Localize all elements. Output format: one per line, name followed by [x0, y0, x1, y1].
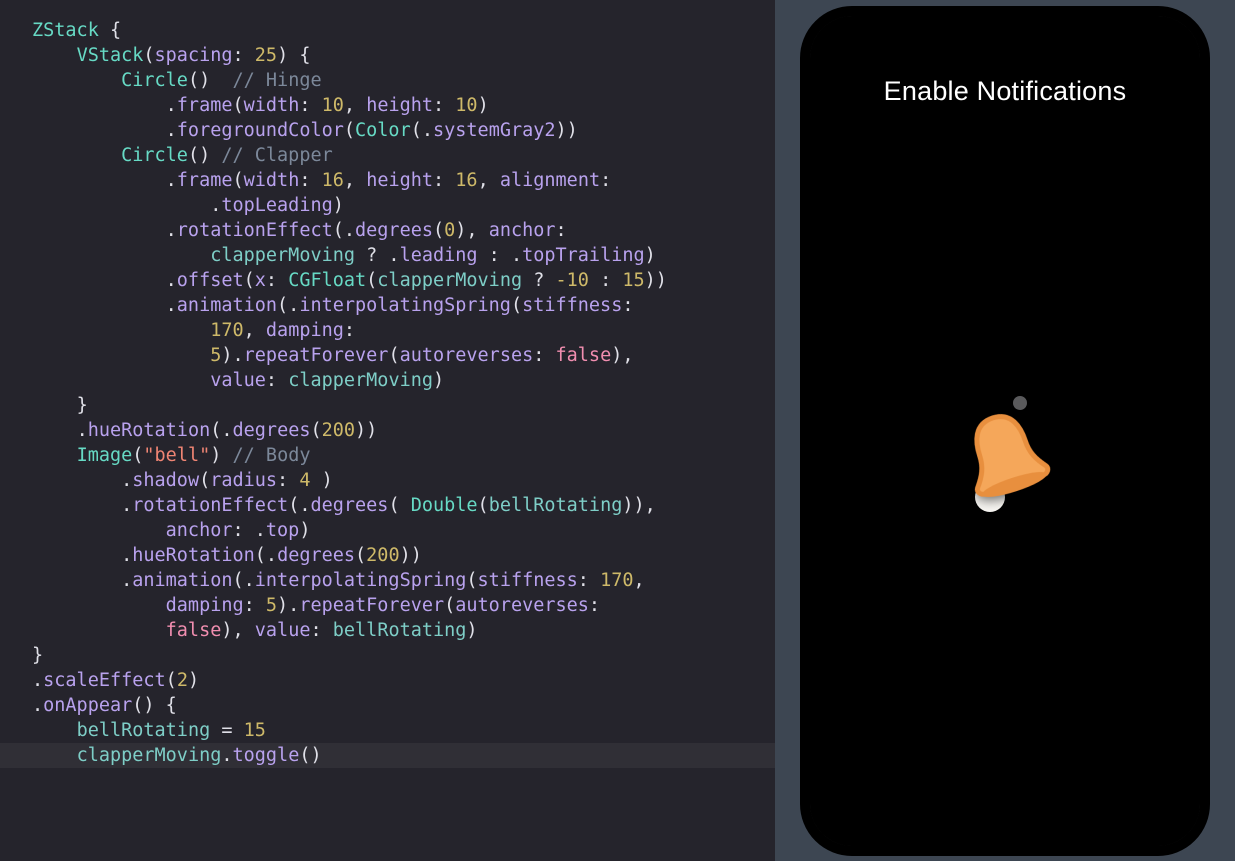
screen-title: Enable Notifications [884, 76, 1127, 107]
code-line[interactable]: Image("bell") // Body [0, 443, 775, 468]
code-line[interactable]: ZStack { [0, 18, 775, 43]
device-side-button [1200, 221, 1204, 311]
code-editor[interactable]: ZStack { VStack(spacing: 25) { Circle() … [0, 0, 775, 861]
code-line[interactable]: .animation(.interpolatingSpring(stiffnes… [0, 293, 775, 318]
code-line[interactable]: .rotationEffect(.degrees(0), anchor: [0, 218, 775, 243]
code-line[interactable]: } [0, 393, 775, 418]
code-line[interactable]: } [0, 643, 775, 668]
preview-pane: Enable Notifications [775, 0, 1235, 861]
code-line[interactable]: .topLeading) [0, 193, 775, 218]
code-line[interactable]: .frame(width: 10, height: 10) [0, 93, 775, 118]
code-line[interactable]: VStack(spacing: 25) { [0, 43, 775, 68]
code-line[interactable]: Circle() // Clapper [0, 143, 775, 168]
code-line[interactable]: clapperMoving ? .leading : .topTrailing) [0, 243, 775, 268]
device-screen: Enable Notifications [810, 16, 1200, 846]
code-line[interactable]: 170, damping: [0, 318, 775, 343]
code-line[interactable]: .hueRotation(.degrees(200)) [0, 418, 775, 443]
code-line[interactable]: .rotationEffect(.degrees( Double(bellRot… [0, 493, 775, 518]
code-line[interactable]: false), value: bellRotating) [0, 618, 775, 643]
code-line[interactable]: value: clapperMoving) [0, 368, 775, 393]
code-line[interactable]: .hueRotation(.degrees(200)) [0, 543, 775, 568]
code-line[interactable]: .animation(.interpolatingSpring(stiffnes… [0, 568, 775, 593]
code-line[interactable]: .onAppear() { [0, 693, 775, 718]
code-line[interactable]: damping: 5).repeatForever(autoreverses: [0, 593, 775, 618]
code-content[interactable]: ZStack { VStack(spacing: 25) { Circle() … [0, 18, 775, 768]
code-line[interactable]: .frame(width: 16, height: 16, alignment: [0, 168, 775, 193]
device-frame: Enable Notifications [800, 6, 1210, 856]
code-line[interactable]: clapperMoving.toggle() [0, 743, 775, 768]
bell-icon [942, 393, 1068, 519]
code-line[interactable]: 5).repeatForever(autoreverses: false), [0, 343, 775, 368]
code-line[interactable]: anchor: .top) [0, 518, 775, 543]
code-line[interactable]: .foregroundColor(Color(.systemGray2)) [0, 118, 775, 143]
code-line[interactable]: bellRotating = 15 [0, 718, 775, 743]
code-line[interactable]: .offset(x: CGFloat(clapperMoving ? -10 :… [0, 268, 775, 293]
code-line[interactable]: Circle() // Hinge [0, 68, 775, 93]
code-line[interactable]: .shadow(radius: 4 ) [0, 468, 775, 493]
code-line[interactable]: .scaleEffect(2) [0, 668, 775, 693]
bell-icon-group [945, 402, 1065, 522]
